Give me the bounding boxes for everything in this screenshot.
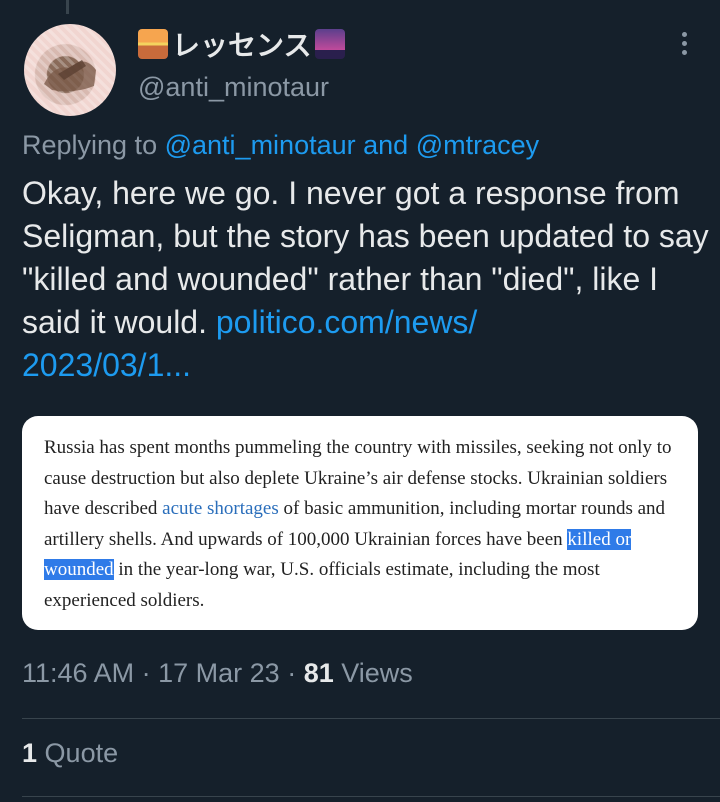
quote-count: 1 [22, 738, 38, 768]
quote-label: Quote [44, 738, 119, 768]
divider [22, 718, 720, 719]
sunrise-emoji-icon [138, 29, 168, 59]
tweet-link-part1[interactable]: politico.com/news/ [216, 304, 477, 340]
views-count: 81 [303, 658, 334, 688]
more-options-icon[interactable] [676, 32, 692, 60]
excerpt-part3: in the year-long war, U.S. officials est… [44, 559, 600, 611]
replying-to-line: Replying to @anti_minotaur and @mtracey [22, 130, 539, 161]
tweet-meta: 11:46 AM · 17 Mar 23 · 81 Views [22, 658, 413, 689]
avatar-image [44, 60, 96, 92]
mention-link-mtracey[interactable]: @mtracey [416, 130, 539, 160]
mention-link-anti-minotaur[interactable]: @anti_minotaur [165, 130, 356, 160]
views-label: Views [341, 658, 413, 688]
tweet-body: Okay, here we go. I never got a response… [22, 172, 712, 387]
tweet-time[interactable]: 11:46 AM [22, 658, 134, 688]
article-excerpt: Russia has spent months pummeling the co… [44, 433, 684, 616]
meta-separator: · [287, 658, 304, 688]
thread-connector-line [66, 0, 69, 14]
avatar[interactable] [22, 22, 118, 118]
mention-joiner[interactable]: and [363, 130, 408, 160]
quotes-stat[interactable]: 1 Quote [22, 738, 118, 769]
attached-image-card[interactable]: Russia has spent months pummeling the co… [22, 416, 698, 630]
author-handle[interactable]: @anti_minotaur [138, 72, 329, 103]
city-dusk-emoji-icon [315, 29, 346, 59]
display-name-text: レッセンス [172, 30, 312, 61]
meta-separator: · [141, 658, 159, 688]
tweet-date[interactable]: 17 Mar 23 [158, 658, 280, 688]
divider [22, 796, 720, 797]
author-display-name[interactable]: レッセンス [138, 24, 346, 64]
replying-to-label: Replying to [22, 130, 158, 160]
tweet-link-part2[interactable]: 2023/03/1... [22, 347, 191, 383]
excerpt-link: acute shortages [162, 498, 279, 519]
